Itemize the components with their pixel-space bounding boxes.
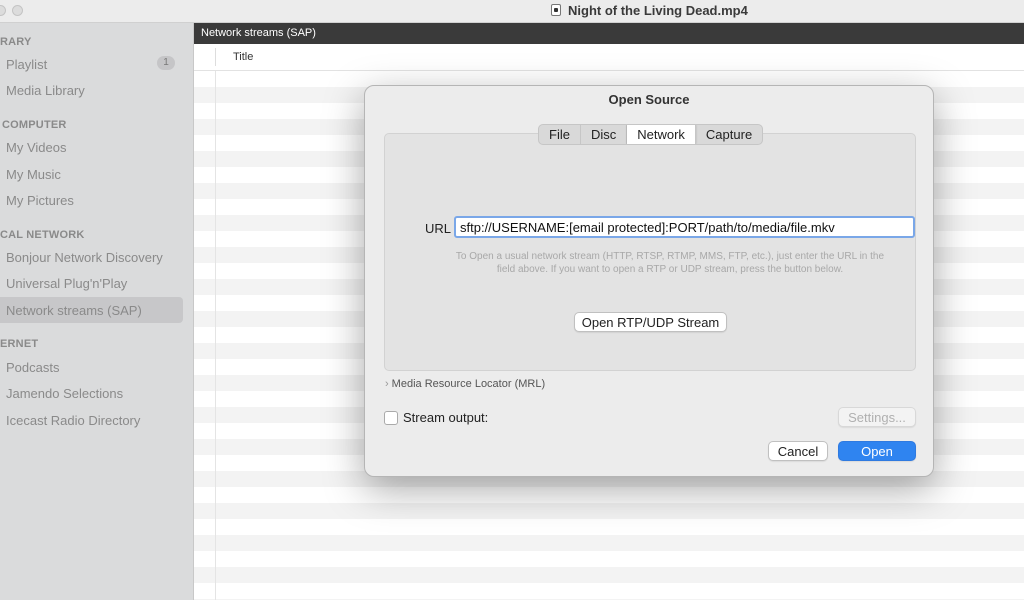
stream-output-checkbox[interactable] xyxy=(384,411,398,425)
url-label: URL xyxy=(425,221,452,236)
settings-button[interactable]: Settings... xyxy=(838,407,916,427)
sidebar-item-my-videos[interactable]: My Videos xyxy=(6,140,66,155)
tab-disc[interactable]: Disc xyxy=(581,125,628,144)
table-column-header[interactable]: Title xyxy=(194,44,1024,71)
cancel-button[interactable]: Cancel xyxy=(768,441,828,461)
sidebar-item-icecast[interactable]: Icecast Radio Directory xyxy=(6,413,140,428)
sidebar-item-network-streams-sap[interactable]: Network streams (SAP) xyxy=(6,303,142,318)
tab-network[interactable]: Network xyxy=(627,125,696,144)
sidebar-item-my-music[interactable]: My Music xyxy=(6,167,61,182)
sidebar-item-jamendo[interactable]: Jamendo Selections xyxy=(6,386,123,401)
column-divider xyxy=(215,71,216,600)
mrl-disclosure[interactable]: › Media Resource Locator (MRL) xyxy=(385,378,545,390)
sidebar-section-local-network: CAL NETWORK xyxy=(0,229,85,241)
sidebar-item-playlist[interactable]: Playlist xyxy=(6,57,47,72)
tab-file[interactable]: File xyxy=(539,125,581,144)
window-title: Night of the Living Dead.mp4 xyxy=(568,3,748,18)
sidebar-item-podcasts[interactable]: Podcasts xyxy=(6,360,59,375)
tab-capture[interactable]: Capture xyxy=(696,125,762,144)
window-minimize-button[interactable] xyxy=(12,5,23,16)
chevron-right-icon: › xyxy=(385,378,389,390)
network-hint-text: To Open a usual network stream (HTTP, RT… xyxy=(425,250,915,276)
document-icon xyxy=(551,4,561,16)
hint-line-2: field above. If you want to open a RTP o… xyxy=(496,264,844,275)
sidebar-item-upnp[interactable]: Universal Plug'n'Play xyxy=(6,276,127,291)
dialog-title: Open Source xyxy=(608,92,690,107)
window-titlebar: Night of the Living Dead.mp4 xyxy=(0,0,1024,23)
sidebar-section-internet: ERNET xyxy=(0,338,39,350)
open-source-dialog: Open Source URL To Open a usual network … xyxy=(364,85,934,477)
sidebar-item-my-pictures[interactable]: My Pictures xyxy=(6,193,74,208)
sidebar: RARY Playlist 1 Media Library COMPUTER M… xyxy=(0,23,194,600)
hint-line-1: To Open a usual network stream (HTTP, RT… xyxy=(455,251,885,262)
stream-output-label: Stream output: xyxy=(403,410,489,425)
tab-panel: URL To Open a usual network stream (HTTP… xyxy=(384,133,916,371)
sidebar-item-media-library[interactable]: Media Library xyxy=(6,83,85,98)
open-rtp-udp-stream-button[interactable]: Open RTP/UDP Stream xyxy=(574,312,727,332)
source-tabs: File Disc Network Capture xyxy=(538,124,764,145)
playlist-count-badge: 1 xyxy=(157,56,175,70)
sidebar-section-library: RARY xyxy=(0,36,32,48)
sidebar-section-computer: COMPUTER xyxy=(2,119,67,131)
main-header-title: Network streams (SAP) xyxy=(201,27,316,39)
window-close-button[interactable] xyxy=(0,5,6,16)
main-header-bar: Network streams (SAP) xyxy=(194,23,1024,44)
open-button[interactable]: Open xyxy=(838,441,916,461)
column-separator xyxy=(215,48,216,66)
sidebar-item-bonjour[interactable]: Bonjour Network Discovery xyxy=(6,250,163,265)
mrl-label: Media Resource Locator (MRL) xyxy=(391,378,546,390)
url-input[interactable] xyxy=(454,216,915,238)
column-title-label: Title xyxy=(233,51,254,63)
